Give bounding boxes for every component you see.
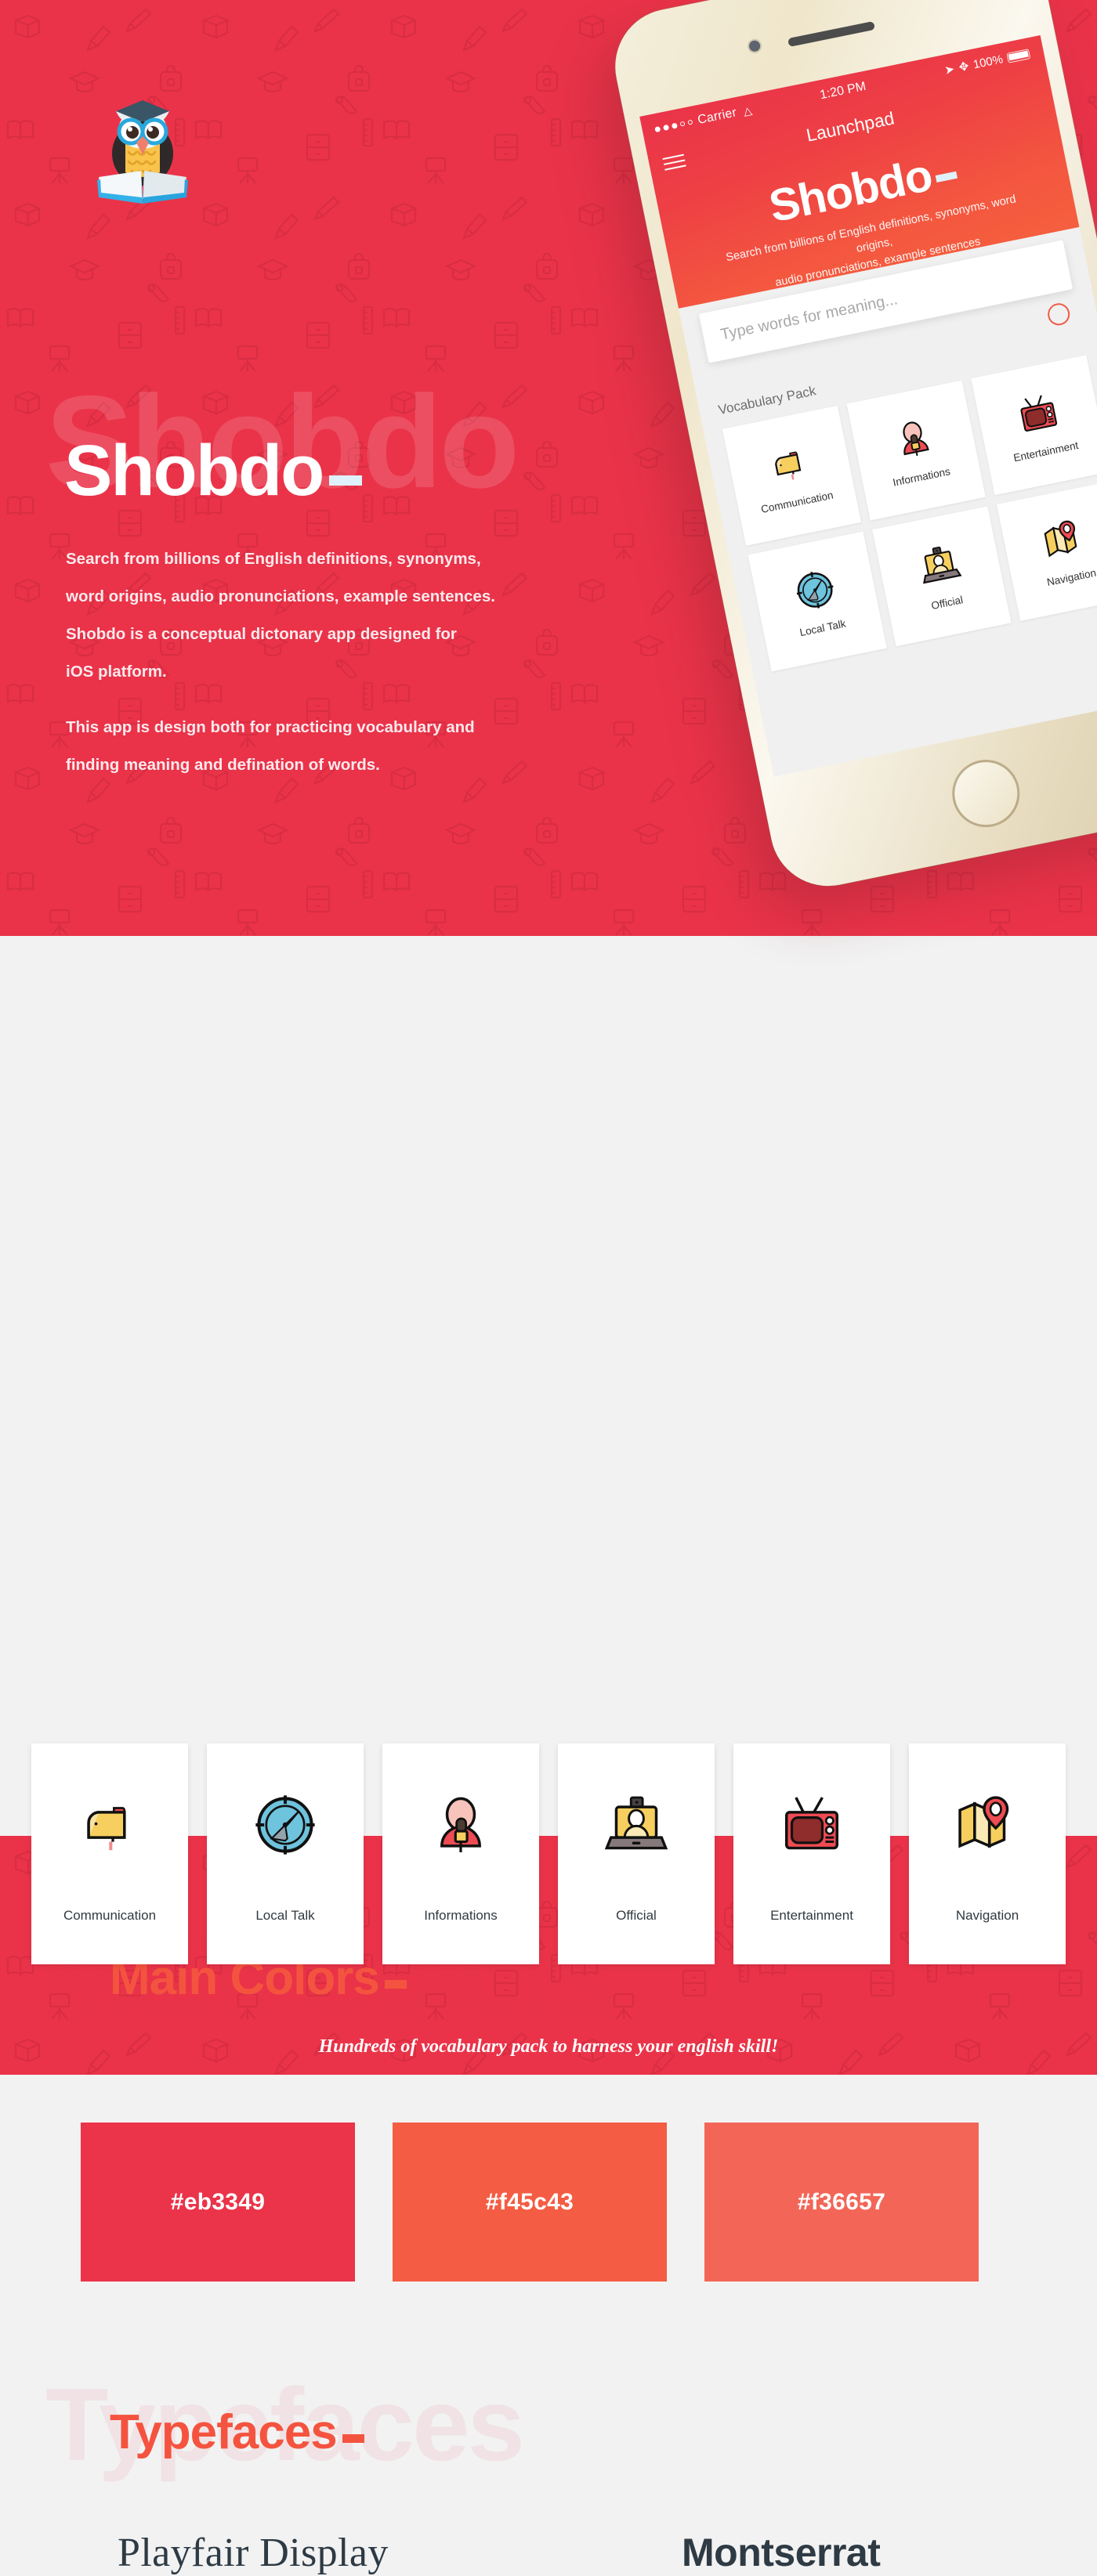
hero-paragraph-1: Search from billions of English definiti… [66,540,495,691]
compass-icon [252,1778,319,1872]
hero-p2-line-1: This app is design both for practicing v… [66,718,475,736]
color-swatch-hex: #f45c43 [485,2188,574,2215]
vocab-card-label: Informations [424,1908,498,1923]
typeface-name: Montserrat [682,2531,881,2574]
color-swatch[interactable]: #eb3349 [81,2123,355,2282]
television-icon [778,1778,845,1872]
laptop-profile-icon [603,1778,670,1872]
typefaces-title-text: Typefaces [110,2405,338,2459]
typeface-list: Playfair Display Montserrat [118,2530,1042,2576]
typeface-item-sans: Montserrat [682,2530,881,2576]
owl-logo-icon [92,85,193,208]
hero-p2-line-2: finding meaning and defination of words. [66,756,380,774]
hero-section: Shobdo Shobdo Search from billions of En… [0,0,1097,936]
card-list: Communication Local Talk Informations Of… [31,1743,1073,1964]
vocab-card-label: Communication [63,1908,157,1923]
cursor-underscore-icon [342,2434,364,2443]
hero-p1-line-4: iOS platform. [66,663,167,681]
typefaces-title: Typefaces [110,2408,364,2457]
vocab-card-navigation[interactable]: Navigation [909,1743,1066,1964]
vocab-card-label: Local Talk [255,1908,315,1923]
vocab-card-informations[interactable]: Informations [382,1743,539,1964]
vocab-card-communication[interactable]: Communication [31,1743,188,1964]
color-swatch[interactable]: #f45c43 [393,2123,667,2282]
vocab-card-local-talk[interactable]: Local Talk [207,1743,364,1964]
hero-p1-line-1: Search from billions of English definiti… [66,550,481,568]
hero-p1-line-2: word origins, audio pronunciations, exam… [66,587,495,605]
vocab-card-label: Navigation [955,1908,1019,1923]
color-swatch-list: #eb3349 #f45c43 #f36657 [81,2123,979,2282]
vocab-card-label: Official [616,1908,657,1923]
color-swatch[interactable]: #f36657 [704,2123,979,2282]
cursor-underscore-icon [329,475,363,486]
color-swatch-hex: #eb3349 [170,2188,266,2215]
footer-tagline: Hundreds of vocabulary pack to harness y… [318,2036,779,2057]
page-title: Shobdo [64,435,363,507]
cursor-underscore-icon [384,1980,407,1989]
mailbox-icon [76,1778,143,1872]
hero-title-text: Shobdo [64,431,324,511]
reporter-microphone-icon [427,1778,494,1872]
vocab-card-label: Entertainment [770,1908,853,1923]
typeface-item-serif: Playfair Display [118,2530,682,2576]
typeface-name: Playfair Display [118,2531,389,2575]
hero-p1-line-3: Shobdo is a conceptual dictonary app des… [66,625,457,643]
color-swatch-hex: #f36657 [797,2188,886,2215]
vocab-card-entertainment[interactable]: Entertainment [733,1743,890,1964]
hero-paragraph-2: This app is design both for practicing v… [66,709,475,784]
vocab-card-official[interactable]: Official [558,1743,715,1964]
map-pin-icon [954,1778,1021,1872]
